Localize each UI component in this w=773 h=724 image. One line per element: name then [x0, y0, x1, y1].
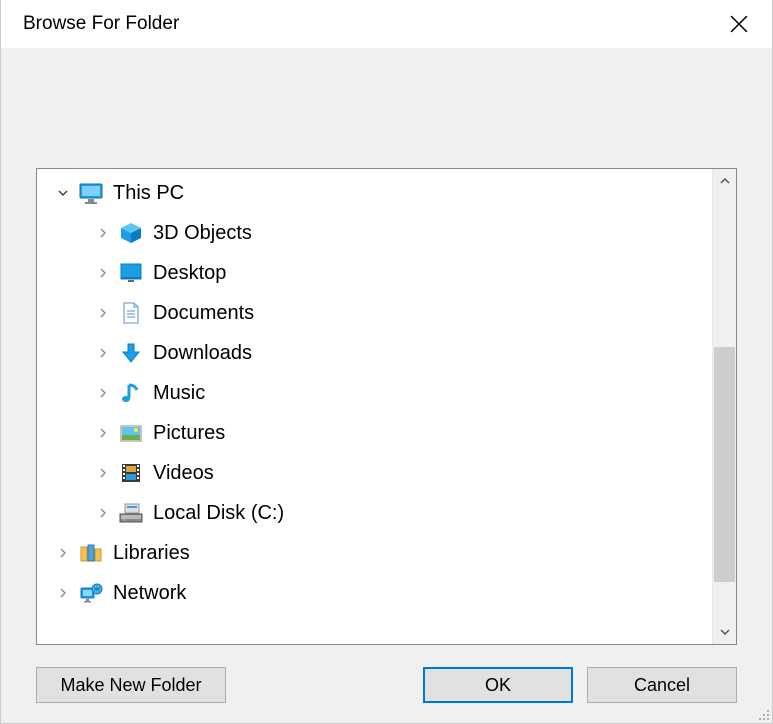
scroll-down-button[interactable]: [713, 620, 736, 644]
chevron-right-icon[interactable]: [53, 543, 73, 563]
scroll-up-button[interactable]: [713, 169, 736, 193]
desktop-icon: [117, 259, 145, 287]
tree-item-local-disk[interactable]: Local Disk (C:): [43, 493, 712, 533]
close-icon: [730, 15, 748, 33]
chevron-right-icon[interactable]: [93, 343, 113, 363]
tree-item-music[interactable]: Music: [43, 373, 712, 413]
chevron-right-icon[interactable]: [93, 383, 113, 403]
folder-tree: This PC 3D Objects: [36, 168, 737, 645]
tree-item-label: 3D Objects: [153, 222, 252, 245]
libraries-icon: [77, 539, 105, 567]
titlebar: Browse For Folder: [1, 0, 772, 48]
browse-folder-dialog: Browse For Folder This PC: [0, 0, 773, 724]
tree-item-label: Libraries: [113, 542, 190, 565]
tree-item-label: Downloads: [153, 342, 252, 365]
tree-item-3d-objects[interactable]: 3D Objects: [43, 213, 712, 253]
chevron-right-icon[interactable]: [93, 223, 113, 243]
tree-item-label: Desktop: [153, 262, 226, 285]
chevron-right-icon[interactable]: [93, 303, 113, 323]
tree-item-label: Pictures: [153, 422, 225, 445]
document-icon: [117, 299, 145, 327]
button-row: Make New Folder OK Cancel: [36, 645, 737, 703]
tree-item-videos[interactable]: Videos: [43, 453, 712, 493]
content-area: This PC 3D Objects: [1, 48, 772, 723]
tree-item-label: Documents: [153, 302, 254, 325]
music-note-icon: [117, 379, 145, 407]
scrollbar[interactable]: [712, 169, 736, 644]
tree-item-downloads[interactable]: Downloads: [43, 333, 712, 373]
tree-item-desktop[interactable]: Desktop: [43, 253, 712, 293]
chevron-right-icon[interactable]: [93, 503, 113, 523]
cube-icon: [117, 219, 145, 247]
network-icon: [77, 579, 105, 607]
picture-icon: [117, 419, 145, 447]
close-button[interactable]: [724, 9, 754, 39]
tree-item-libraries[interactable]: Libraries: [43, 533, 712, 573]
scroll-track[interactable]: [713, 193, 736, 620]
monitor-icon: [77, 179, 105, 207]
chevron-down-icon[interactable]: [53, 183, 73, 203]
chevron-right-icon[interactable]: [53, 583, 73, 603]
chevron-right-icon[interactable]: [93, 423, 113, 443]
tree-item-label: This PC: [113, 182, 184, 205]
tree-item-this-pc[interactable]: This PC: [43, 173, 712, 213]
cancel-button[interactable]: Cancel: [587, 667, 737, 703]
tree-item-label: Music: [153, 382, 205, 405]
tree-item-pictures[interactable]: Pictures: [43, 413, 712, 453]
resize-grip-icon[interactable]: [756, 707, 770, 721]
tree-item-network[interactable]: Network: [43, 573, 712, 613]
make-new-folder-button[interactable]: Make New Folder: [36, 667, 226, 703]
ok-button[interactable]: OK: [423, 667, 573, 703]
scroll-thumb[interactable]: [714, 347, 735, 582]
tree-item-label: Videos: [153, 462, 214, 485]
tree-item-label: Local Disk (C:): [153, 502, 284, 525]
download-arrow-icon: [117, 339, 145, 367]
tree-scroll-area: This PC 3D Objects: [37, 169, 712, 644]
window-title: Browse For Folder: [23, 13, 179, 35]
film-icon: [117, 459, 145, 487]
tree-item-label: Network: [113, 582, 186, 605]
button-row-right: OK Cancel: [423, 667, 737, 703]
tree-item-documents[interactable]: Documents: [43, 293, 712, 333]
drive-icon: [117, 499, 145, 527]
chevron-right-icon[interactable]: [93, 463, 113, 483]
chevron-right-icon[interactable]: [93, 263, 113, 283]
